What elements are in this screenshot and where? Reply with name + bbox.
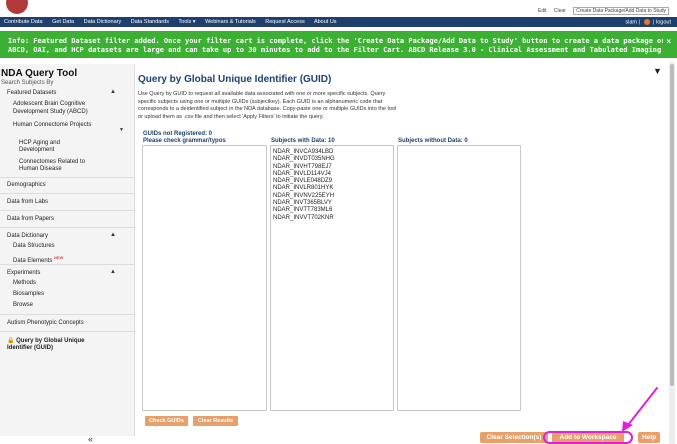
sidebar-item-browse[interactable]: Browse [13, 302, 33, 309]
not-registered-count: GUIDs not Registered: 0 [143, 131, 213, 137]
filter-funnel-icon[interactable]: ▼ [653, 66, 662, 76]
sidebar-item-experiments[interactable]: Experiments [7, 270, 40, 277]
user-menu: slam | | logout [625, 19, 671, 26]
nav-contribute-data[interactable]: Contribute Data [4, 19, 43, 25]
sidebar-item-hcp-aging-2[interactable]: Development [19, 147, 54, 154]
nav-about-us[interactable]: About Us [314, 19, 337, 25]
caret-up-icon[interactable]: ▲ [110, 232, 116, 238]
sidebar-item-abcd-1[interactable]: Adolescent Brain Cognitive [13, 101, 85, 108]
sidebar-item-connectomes-2[interactable]: Human Disease [19, 166, 62, 173]
sidebar-title: NDA Query Tool [1, 68, 78, 79]
guid-list: NDAR_INVCA934LBD NDAR_INVDT035NHG NDAR_I… [273, 149, 335, 222]
sidebar-item-dictionary[interactable]: Data Dictionary [7, 233, 48, 240]
nav-data-dictionary[interactable]: Data Dictionary [84, 19, 122, 25]
sidebar-item-demographics[interactable]: Demographics [7, 182, 46, 189]
new-badge: NEW [54, 255, 64, 260]
nav-data-standards[interactable]: Data Standards [131, 19, 169, 25]
sidebar-subtitle: Search Subjects By [1, 80, 54, 86]
nav-tools[interactable]: Tools ▾ [178, 19, 195, 25]
sidebar-item-autism[interactable]: Autism Phenotypic Concepts [7, 320, 84, 327]
sidebar: NDA Query Tool Search Subjects By Featur… [0, 64, 135, 436]
nda-logo[interactable] [6, 0, 28, 14]
banner-line-1: Info: Featured Dataset filter added. Onc… [8, 37, 663, 45]
list-item: NDAR_INVVT702KNR [273, 214, 334, 221]
divider [0, 210, 134, 211]
main-nav: Contribute Data Get Data Data Dictionary… [0, 17, 677, 27]
divider [0, 331, 134, 332]
sidebar-item-hcp[interactable]: Human Connectome Projects [13, 122, 91, 129]
list-item: NDAR_INVCA934LBD [273, 149, 334, 155]
divider [0, 314, 134, 315]
list-item: NDAR_INVDT035NHG [273, 156, 335, 163]
nav-get-data[interactable]: Get Data [52, 19, 74, 25]
sidebar-item-connectomes-1[interactable]: Connectomes Related to [19, 159, 85, 166]
check-guids-button[interactable]: Check GUIDs [145, 416, 188, 426]
subjects-without-data-panel [397, 145, 521, 411]
banner-line-2: ABCD, OAI, and HCP datasets are large an… [8, 46, 663, 54]
user-icon [643, 19, 650, 25]
sidebar-item-structures[interactable]: Data Structures [13, 243, 55, 250]
with-data-count: Subjects with Data: 10 [271, 138, 335, 144]
sidebar-item-labs[interactable]: Data from Labs [7, 199, 48, 206]
username[interactable]: slam [625, 19, 637, 25]
package-links: Edit Clear Create Data Package/Add Data … [532, 7, 669, 15]
divider [0, 227, 134, 228]
caret-down-icon[interactable]: ▼ [119, 127, 124, 133]
scrollbar-thumb[interactable] [670, 64, 674, 386]
check-grammar-label: Please check grammar/typos [143, 138, 226, 144]
clear-link[interactable]: Clear [554, 8, 566, 14]
without-data-count: Subjects without Data: 0 [398, 138, 468, 144]
list-item: NDAR_INVLR801HYK [273, 185, 334, 192]
create-package-button[interactable]: Create Data Package/Add Data to Study [573, 7, 669, 15]
list-item: NDAR_INVLE048DZ9 [273, 178, 333, 185]
sidebar-item-biosamples[interactable]: Biosamples [13, 291, 44, 298]
sidebar-item-guid-1[interactable]: 🔒 Query by Global Unique [7, 338, 84, 345]
divider [0, 177, 134, 178]
guid-input-textarea[interactable] [142, 145, 267, 411]
sidebar-item-hcp-aging-1[interactable]: HCP Aging and [19, 140, 60, 147]
annotation-arrow-icon [622, 387, 658, 432]
list-item: NDAR_INVLD114VJ4 [273, 170, 331, 177]
close-icon[interactable]: × [666, 37, 671, 46]
sidebar-item-guid-2[interactable]: Identifier (GUID) [7, 345, 53, 352]
clear-selection-button[interactable]: Clear Selection(s) [480, 432, 548, 443]
list-item: NDAR_INVNV225EYH [273, 192, 335, 199]
info-banner: Info: Featured Dataset filter added. Onc… [0, 31, 677, 58]
banner-text: Info: Featured Dataset filter added. Onc… [8, 37, 663, 55]
page-description: Use Query by GUID to request all availab… [138, 91, 397, 120]
top-bar: Edit Clear Create Data Package/Add Data … [0, 0, 677, 17]
divider [0, 193, 134, 194]
page-title: Query by Global Unique Identifier (GUID) [138, 74, 332, 85]
sidebar-item-abcd-2[interactable]: Development Study (ABCD) [13, 109, 88, 116]
list-item: NDAR_INVHT798EJ7 [273, 163, 332, 170]
collapse-sidebar-icon[interactable]: « [88, 434, 93, 444]
sidebar-item-papers[interactable]: Data from Papers [7, 216, 54, 223]
logout-link[interactable]: logout [656, 19, 671, 25]
sidebar-item-featured[interactable]: Featured Datasets [7, 90, 56, 97]
list-item: NDAR_INVTT783ML6 [273, 207, 333, 214]
caret-up-icon[interactable]: ▲ [110, 89, 116, 95]
nav-items: Contribute Data Get Data Data Dictionary… [4, 19, 345, 25]
sidebar-item-methods[interactable]: Methods [13, 280, 36, 287]
divider [0, 264, 134, 265]
clear-results-button[interactable]: Clear Results [193, 416, 238, 426]
nav-request-access[interactable]: Request Access [265, 19, 304, 25]
nav-webinars[interactable]: Webinars & Tutorials [205, 19, 256, 25]
caret-up-icon[interactable]: ▲ [110, 269, 116, 275]
list-item: NDAR_INVT365BLVY [273, 200, 332, 207]
edit-link[interactable]: Edit [538, 8, 547, 14]
